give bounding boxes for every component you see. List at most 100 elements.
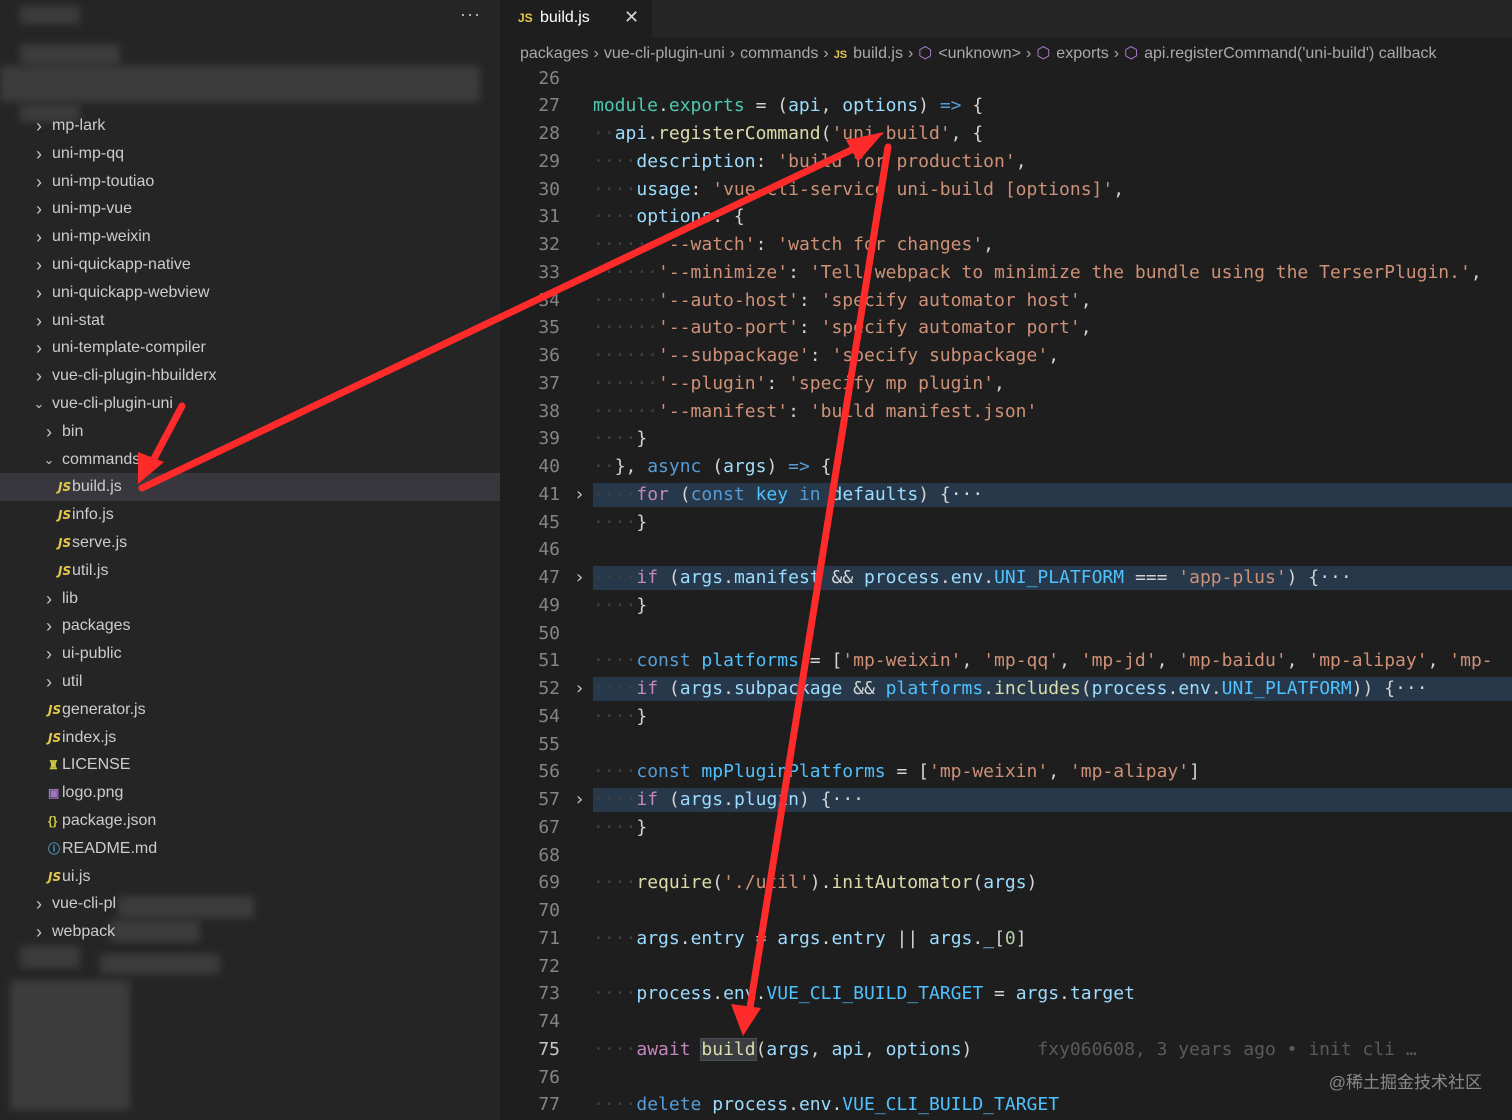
chevron-down-icon[interactable]: ⌄	[42, 446, 56, 474]
chevron-right-icon[interactable]: ›	[42, 640, 56, 668]
code-line: 47 › ····if (args.manifest && process.env.…	[500, 564, 1512, 592]
tree-item-vue-cli-plugin-hbuilderx[interactable]: › vue-cli-plugin-hbuilderx	[0, 362, 500, 390]
indent-guide: ····	[593, 816, 637, 838]
close-icon[interactable]: ✕	[624, 7, 639, 28]
code-token: args	[636, 927, 680, 949]
tree-item-packages[interactable]: › packages	[0, 612, 500, 640]
chevron-right-icon[interactable]: ›	[42, 612, 56, 640]
chevron-right-icon[interactable]: ›	[32, 140, 46, 168]
chevron-down-icon[interactable]: ⌄	[32, 390, 46, 418]
chevron-right-icon[interactable]: ›	[32, 307, 46, 335]
code-token: {	[809, 456, 832, 477]
fold-chevron-icon[interactable]: ›	[574, 786, 585, 814]
tree-item-uni-quickapp-native[interactable]: › uni-quickapp-native	[0, 251, 500, 279]
chevron-right-icon[interactable]: ›	[32, 112, 46, 140]
code-token: ,	[994, 372, 1005, 394]
tree-item-package-json[interactable]: {} package.json	[0, 807, 500, 835]
code-line: 52 › ····if (args.subpackage && platforms.…	[500, 675, 1512, 703]
breadcrumb-item[interactable]: build.js	[853, 45, 903, 62]
line-number: 29	[538, 150, 560, 172]
chevron-right-icon[interactable]: ›	[32, 918, 46, 946]
tree-item-uni-mp-toutiao[interactable]: › uni-mp-toutiao	[0, 168, 500, 196]
tree-item-label: webpack	[52, 923, 116, 941]
tree-item-label: vue-cli-pl	[52, 895, 117, 913]
tree-item-bin[interactable]: › bin	[0, 418, 500, 446]
code-token: if	[636, 678, 659, 699]
code-token: 'mp-qq'	[983, 650, 1060, 672]
line-number: 27	[538, 95, 560, 117]
symbol-cube-icon: ⬡	[1036, 45, 1051, 62]
chevron-right-icon[interactable]: ›	[32, 890, 46, 918]
tree-item-info-js[interactable]: JS info.js	[0, 501, 500, 529]
breadcrumb-item[interactable]: <unknown>	[938, 45, 1021, 62]
fold-chevron-icon[interactable]: ›	[574, 675, 585, 703]
code-token: ) {	[798, 789, 832, 810]
tree-item-generator-js[interactable]: JS generator.js	[0, 696, 500, 724]
code-token: (	[658, 678, 680, 699]
code-token: env	[1178, 678, 1211, 699]
tree-item-vue-cli-pl[interactable]: › vue-cli-pl	[0, 890, 500, 918]
line-number: 51	[538, 650, 560, 672]
code-token: 'specify automator port'	[820, 317, 1081, 339]
line-number: 40	[538, 456, 560, 477]
fold-chevron-icon[interactable]: ›	[574, 564, 585, 592]
code-token: '--subpackage'	[658, 345, 810, 366]
tree-item-util-js[interactable]: JS util.js	[0, 557, 500, 585]
tree-item-license[interactable]: ♜ LICENSE	[0, 751, 500, 779]
chevron-right-icon[interactable]: ›	[42, 585, 56, 613]
fold-chevron-icon[interactable]: ›	[574, 481, 585, 509]
tree-item-mp-lark[interactable]: › mp-lark	[0, 112, 500, 140]
code-line: 68	[500, 842, 1512, 870]
tree-item-uni-template-compiler[interactable]: › uni-template-compiler	[0, 334, 500, 362]
tree-item-lib[interactable]: › lib	[0, 585, 500, 613]
tree-item-label: package.json	[62, 812, 157, 829]
breadcrumb-item[interactable]: api.registerCommand('uni-build') callbac…	[1144, 45, 1436, 62]
line-number: 34	[538, 289, 560, 311]
chevron-right-icon[interactable]: ›	[32, 279, 46, 307]
tree-item-webpack[interactable]: › webpack	[0, 918, 500, 946]
tree-item-ui-js[interactable]: JS ui.js	[0, 863, 500, 891]
chevron-right-icon[interactable]: ›	[32, 223, 46, 251]
tree-item-vue-cli-plugin-uni[interactable]: ⌄ vue-cli-plugin-uni	[0, 390, 500, 418]
tree-item-util[interactable]: › util	[0, 668, 500, 696]
tree-item-serve-js[interactable]: JS serve.js	[0, 529, 500, 557]
more-actions-icon[interactable]: ···	[460, 4, 481, 25]
code-token: plugin	[733, 789, 799, 810]
code-token: :	[755, 150, 778, 172]
chevron-right-icon[interactable]: ›	[32, 168, 46, 196]
tree-item-uni-mp-vue[interactable]: › uni-mp-vue	[0, 195, 500, 223]
tree-item-commands[interactable]: ⌄ commands	[0, 446, 500, 474]
breadcrumb-item[interactable]: packages	[520, 45, 589, 62]
breadcrumb-item[interactable]: exports	[1056, 45, 1108, 62]
chevron-right-icon[interactable]: ›	[32, 334, 46, 362]
chevron-right-icon[interactable]: ›	[32, 362, 46, 390]
code-token: ,	[1470, 261, 1482, 283]
tree-item-readme-md[interactable]: ⓘ README.md	[0, 835, 500, 863]
code-token: const	[690, 483, 745, 505]
code-token: 'mp-alipay'	[1069, 761, 1190, 783]
breadcrumb-item[interactable]: vue-cli-plugin-uni	[604, 45, 725, 62]
code-token: [	[994, 927, 1005, 949]
code-token: 'specify automator host'	[820, 289, 1081, 311]
tree-item-ui-public[interactable]: › ui-public	[0, 640, 500, 668]
tree-item-index-js[interactable]: JS index.js	[0, 724, 500, 752]
chevron-right-icon[interactable]: ›	[42, 418, 56, 446]
chevron-right-icon[interactable]: ›	[42, 668, 56, 696]
line-number: 39	[538, 428, 560, 450]
code-line: 39 ····}	[500, 425, 1512, 453]
line-number: 31	[538, 206, 560, 228]
breadcrumb-item[interactable]: commands	[740, 45, 818, 62]
tree-item-uni-mp-qq[interactable]: › uni-mp-qq	[0, 140, 500, 168]
tree-item-uni-mp-weixin[interactable]: › uni-mp-weixin	[0, 223, 500, 251]
tree-item-logo-png[interactable]: ▣ logo.png	[0, 779, 500, 807]
tab-build-js[interactable]: JS build.js ✕	[500, 0, 652, 38]
code-token: module	[593, 95, 659, 117]
code-token: },	[614, 456, 648, 477]
code-token: ,	[1427, 650, 1450, 672]
code-token: options	[636, 206, 713, 228]
tree-item-uni-stat[interactable]: › uni-stat	[0, 307, 500, 335]
chevron-right-icon[interactable]: ›	[32, 195, 46, 223]
tree-item-build-js[interactable]: JS build.js	[0, 473, 500, 502]
tree-item-uni-quickapp-webview[interactable]: › uni-quickapp-webview	[0, 279, 500, 307]
chevron-right-icon[interactable]: ›	[32, 251, 46, 279]
